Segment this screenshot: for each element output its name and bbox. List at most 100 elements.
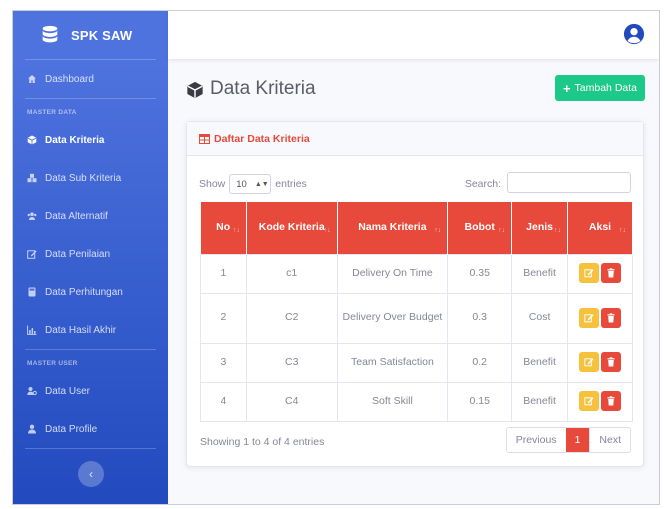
cubes-icon — [27, 173, 37, 183]
table-row: 3 C3 Team Satisfaction 0.2 Benefit — [200, 342, 633, 383]
sidebar-toggle-button[interactable]: ‹ — [78, 461, 104, 487]
page-header: Data Kriteria + Tambah Data — [186, 75, 645, 105]
users-icon — [27, 211, 37, 221]
cell-nama: Soft Skill — [336, 381, 449, 422]
topbar — [168, 11, 659, 59]
search-input[interactable] — [507, 172, 631, 193]
delete-button[interactable] — [601, 352, 622, 373]
cube-icon — [27, 135, 37, 145]
sort-icon: ↑↓ — [554, 227, 562, 234]
entries-value: 10 — [236, 178, 247, 190]
column-header-aksi[interactable]: Aksi ↑↓ — [567, 202, 633, 254]
column-header-bobot[interactable]: Bobot ↑↓ — [447, 202, 513, 254]
delete-button[interactable] — [601, 391, 622, 412]
cell-aksi — [567, 342, 633, 383]
chart-icon — [27, 325, 37, 335]
sidebar-item-dashboard[interactable]: Dashboard — [13, 60, 168, 98]
select-caret-icon: ▲▼ — [254, 180, 269, 188]
delete-button[interactable] — [601, 307, 622, 328]
calculator-icon — [27, 287, 37, 297]
column-header-nama[interactable]: Nama Kriteria ↑↓ — [337, 202, 449, 254]
cell-nama: Team Satisfaction — [336, 342, 449, 383]
page-title: Data Kriteria — [210, 78, 316, 99]
sidebar-item-data-sub-kriteria[interactable]: Data Sub Kriteria — [13, 159, 168, 197]
edit-icon — [27, 249, 37, 259]
pagination: Previous 1 Next — [505, 427, 631, 453]
sidebar-item-data-kriteria[interactable]: Data Kriteria — [13, 121, 168, 159]
add-data-label: Tambah Data — [574, 82, 637, 94]
sidebar-item-label: Data Perhitungan — [45, 286, 123, 298]
cell-no: 4 — [200, 381, 247, 422]
edit-icon — [584, 269, 594, 278]
sidebar-item-label: Data Hasil Akhir — [45, 324, 117, 336]
sort-icon: ↑↓ — [232, 227, 240, 234]
sidebar-item-label: Data Sub Kriteria — [45, 172, 122, 184]
card-header: Daftar Data Kriteria — [187, 122, 643, 156]
trash-icon — [607, 357, 615, 367]
card-title: Daftar Data Kriteria — [214, 132, 310, 145]
cell-bobot: 0.2 — [447, 342, 513, 383]
next-page-button[interactable]: Next — [589, 428, 630, 452]
database-icon — [42, 25, 58, 43]
sidebar-item-data-penilaian[interactable]: Data Penilaian — [13, 235, 168, 273]
user-icon — [27, 424, 37, 434]
table-row: 2 C2 Delivery Over Budget 0.3 Cost — [200, 292, 633, 344]
cell-aksi — [567, 292, 633, 344]
cell-bobot: 0.3 — [447, 292, 513, 344]
plus-icon: + — [562, 80, 571, 96]
brand[interactable]: SPK SAW — [13, 11, 168, 59]
sidebar-item-data-hasil-akhir[interactable]: Data Hasil Akhir — [13, 311, 168, 349]
cell-no: 3 — [200, 342, 247, 383]
sidebar-item-data-perhitungan[interactable]: Data Perhitungan — [13, 273, 168, 311]
cell-kode: C4 — [245, 381, 338, 422]
sidebar-item-label: Dashboard — [45, 73, 94, 85]
column-header-kode[interactable]: Kode Kriteria ↑↓ — [246, 202, 338, 254]
criteria-card: Daftar Data Kriteria Show 10 ▲▼ entries … — [186, 121, 644, 467]
home-icon — [27, 74, 37, 84]
page-1-button[interactable]: 1 — [565, 428, 590, 452]
cell-jenis: Benefit — [511, 253, 569, 294]
sort-icon: ↑↓ — [434, 227, 442, 234]
column-header-no[interactable]: No ↑↓ — [200, 202, 247, 254]
search-control: Search: — [465, 172, 631, 193]
edit-button[interactable] — [579, 352, 600, 373]
entries-label: entries — [275, 178, 307, 190]
table-row: 1 c1 Delivery On Time 0.35 Benefit — [200, 253, 633, 294]
trash-icon — [607, 313, 615, 323]
cube-icon — [187, 81, 203, 99]
cell-jenis: Benefit — [511, 342, 569, 383]
sidebar-item-label: Data Profile — [45, 423, 98, 435]
entries-select[interactable]: 10 ▲▼ — [229, 174, 272, 194]
cell-kode: C3 — [245, 342, 338, 383]
criteria-table: No ↑↓ Kode Kriteria ↑↓ Nama Kriteria ↑↓ Bob… — [200, 202, 633, 422]
edit-button[interactable] — [579, 307, 600, 328]
sidebar-item-data-alternatif[interactable]: Data Alternatif — [13, 197, 168, 235]
show-label: Show — [199, 178, 226, 190]
cell-no: 1 — [200, 253, 247, 294]
cell-jenis: Cost — [511, 292, 569, 344]
cell-bobot: 0.35 — [447, 253, 513, 294]
edit-button[interactable] — [579, 263, 600, 284]
cell-jenis: Benefit — [511, 381, 569, 422]
search-label: Search: — [464, 177, 501, 190]
sidebar-heading-master-data: MASTER DATA — [27, 109, 77, 116]
previous-page-button[interactable]: Previous — [507, 428, 566, 452]
sidebar-item-data-profile[interactable]: Data Profile — [13, 410, 168, 448]
sidebar-item-label: Data Alternatif — [45, 210, 108, 222]
sort-icon: ↑↓ — [619, 227, 626, 234]
main-content: Data Kriteria + Tambah Data Daftar Data … — [168, 59, 659, 504]
edit-icon — [584, 314, 594, 323]
trash-icon — [607, 268, 615, 278]
length-control: Show 10 ▲▼ entries — [199, 174, 307, 194]
add-data-button[interactable]: + Tambah Data — [554, 75, 645, 101]
delete-button[interactable] — [601, 263, 622, 284]
cell-no: 2 — [200, 292, 247, 344]
user-circle-icon[interactable] — [623, 23, 645, 45]
column-header-jenis[interactable]: Jenis ↑↓ — [511, 202, 569, 254]
sidebar: SPK SAW Dashboard MASTER DATA Data Krite… — [13, 11, 168, 504]
sidebar-item-data-user[interactable]: Data User — [13, 372, 168, 410]
cell-kode: c1 — [245, 253, 338, 294]
cell-nama: Delivery Over Budget — [336, 292, 449, 344]
edit-button[interactable] — [579, 391, 600, 412]
cell-aksi — [567, 253, 633, 294]
